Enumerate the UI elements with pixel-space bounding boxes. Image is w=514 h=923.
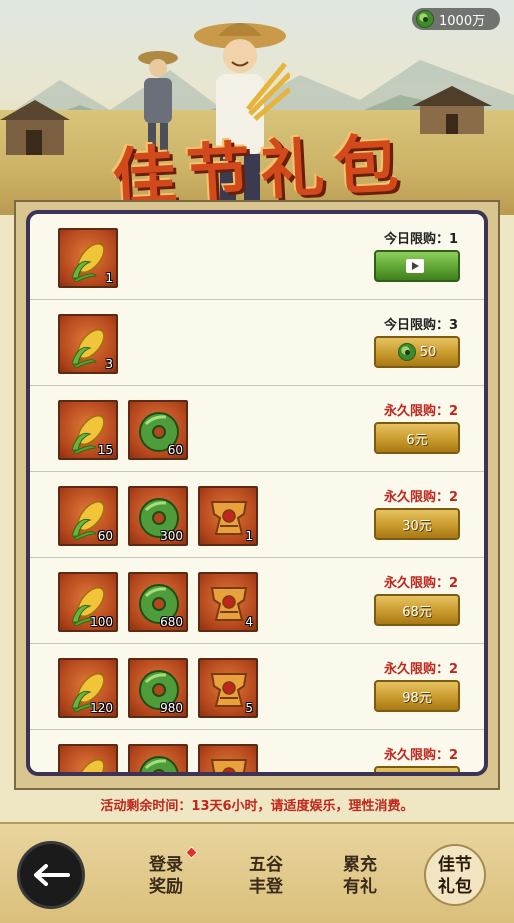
purchase-limit: 永久限购：2 (383, 404, 458, 419)
item-quantity: 1 (105, 271, 113, 285)
reward-item[interactable]: 3 (58, 314, 118, 374)
buy-button[interactable]: 6元 (374, 422, 460, 454)
reward-items: 1 (58, 228, 118, 288)
package-rows: 1 今日限购：1 3 今日限购：3 50 15 60 永久限购：2 6元 60 300 1 永久限购：2… (30, 214, 484, 772)
buy-button[interactable]: 30元 (374, 508, 460, 540)
currency-amount: 1000万 (439, 13, 486, 29)
package-list[interactable]: 1 今日限购：1 3 今日限购：3 50 15 60 永久限购：2 6元 60 300 1 永久限购：2… (26, 210, 488, 776)
nav-tab-label-line1: 佳节 (438, 855, 472, 875)
item-quantity: 60 (167, 443, 183, 457)
buy-button[interactable]: 68元 (374, 594, 460, 626)
buy-button[interactable]: 50 (374, 336, 460, 368)
reward-items: 15 60 (58, 400, 188, 460)
event-notice: 活动剩余时间：13天6小时，请适度娱乐，理性消费。 (100, 799, 414, 814)
nav-tab-label-line1: 登录 (149, 855, 183, 875)
reward-item[interactable]: 120 (58, 658, 118, 718)
nav-tab-label-line2: 礼包 (438, 877, 472, 897)
reward-item[interactable]: 4 (198, 572, 258, 632)
item-quantity: 60 (97, 529, 113, 543)
jade-coin-icon (397, 343, 416, 361)
item-quantity: 680 (160, 615, 183, 629)
item-quantity: 100 (90, 615, 113, 629)
item-quantity: 1 (245, 529, 253, 543)
nav-tab-label-line1: 累充 (343, 855, 377, 875)
reward-item[interactable]: 60 (58, 486, 118, 546)
button-label: 6元 (406, 432, 428, 448)
reward-item[interactable]: 1 (58, 228, 118, 288)
nav-tab[interactable]: 佳节 礼包 (424, 844, 486, 906)
reward-item[interactable]: 680 (128, 572, 188, 632)
item-quantity: 5 (245, 701, 253, 715)
package-row: 3 今日限购：3 50 (30, 300, 484, 386)
nav-tab-label-line2: 奖励 (149, 877, 183, 897)
back-button[interactable] (20, 844, 82, 906)
purchase-limit: 永久限购：2 (383, 662, 458, 677)
reward-item[interactable]: 60 (128, 400, 188, 460)
nav-tab[interactable]: 累充 有礼 (330, 854, 390, 898)
reward-items: 100 680 4 (58, 572, 258, 632)
button-label: 50 (419, 344, 437, 360)
video-icon (406, 259, 424, 273)
purchase-limit: 永久限购：2 (383, 490, 458, 505)
reward-item[interactable]: 15 (58, 400, 118, 460)
nav-tab-label-line1: 五谷 (249, 855, 283, 875)
reward-item[interactable]: 980 (128, 658, 188, 718)
item-quantity: 3 (105, 357, 113, 371)
button-label: 98元 (402, 690, 432, 706)
nav-tab[interactable]: 登录 奖励 (136, 846, 198, 898)
purchase-limit: 今日限购：1 (383, 232, 458, 247)
reward-items: 120 980 5 (58, 658, 258, 718)
buy-button[interactable] (374, 766, 460, 772)
button-label: 68元 (402, 604, 432, 620)
reward-item[interactable]: 100 (58, 572, 118, 632)
nav-tab-label-line2: 有礼 (343, 877, 377, 897)
purchase-limit: 永久限购：2 (383, 748, 458, 763)
currency-display: 1000万 (412, 8, 500, 30)
package-row: 60 300 1 永久限购：2 30元 (30, 472, 484, 558)
package-row: 永久限购：2 (30, 730, 484, 772)
package-row: 15 60 永久限购：2 6元 (30, 386, 484, 472)
reward-item[interactable] (128, 744, 188, 772)
reward-item[interactable] (58, 744, 118, 772)
item-quantity: 120 (90, 701, 113, 715)
nav-tab-label-line2: 丰登 (249, 877, 283, 897)
reward-items (58, 744, 258, 772)
bottom-nav: 登录 奖励 五谷 丰登 累充 有礼 佳节 礼包 (0, 822, 514, 923)
button-label: 30元 (402, 518, 432, 534)
item-quantity: 300 (160, 529, 183, 543)
reward-item[interactable]: 5 (198, 658, 258, 718)
back-arrow-icon (34, 864, 70, 886)
package-row: 120 980 5 永久限购：2 98元 (30, 644, 484, 730)
package-row: 100 680 4 永久限购：2 68元 (30, 558, 484, 644)
nav-tab[interactable]: 五谷 丰登 (236, 854, 296, 898)
jade-coin-icon (416, 10, 434, 28)
package-row: 1 今日限购：1 (30, 214, 484, 300)
reward-items: 3 (58, 314, 118, 374)
buy-button[interactable]: 98元 (374, 680, 460, 712)
purchase-limit: 永久限购：2 (383, 576, 458, 591)
item-quantity: 4 (245, 615, 253, 629)
reward-item[interactable]: 1 (198, 486, 258, 546)
reward-item[interactable]: 300 (128, 486, 188, 546)
purchase-limit: 今日限购：3 (383, 318, 458, 333)
item-quantity: 980 (160, 701, 183, 715)
watch-ad-button[interactable] (374, 250, 460, 282)
item-quantity: 15 (97, 443, 113, 457)
reward-item[interactable] (198, 744, 258, 772)
banner: 佳节礼包 1000万 (0, 0, 514, 215)
reward-items: 60 300 1 (58, 486, 258, 546)
